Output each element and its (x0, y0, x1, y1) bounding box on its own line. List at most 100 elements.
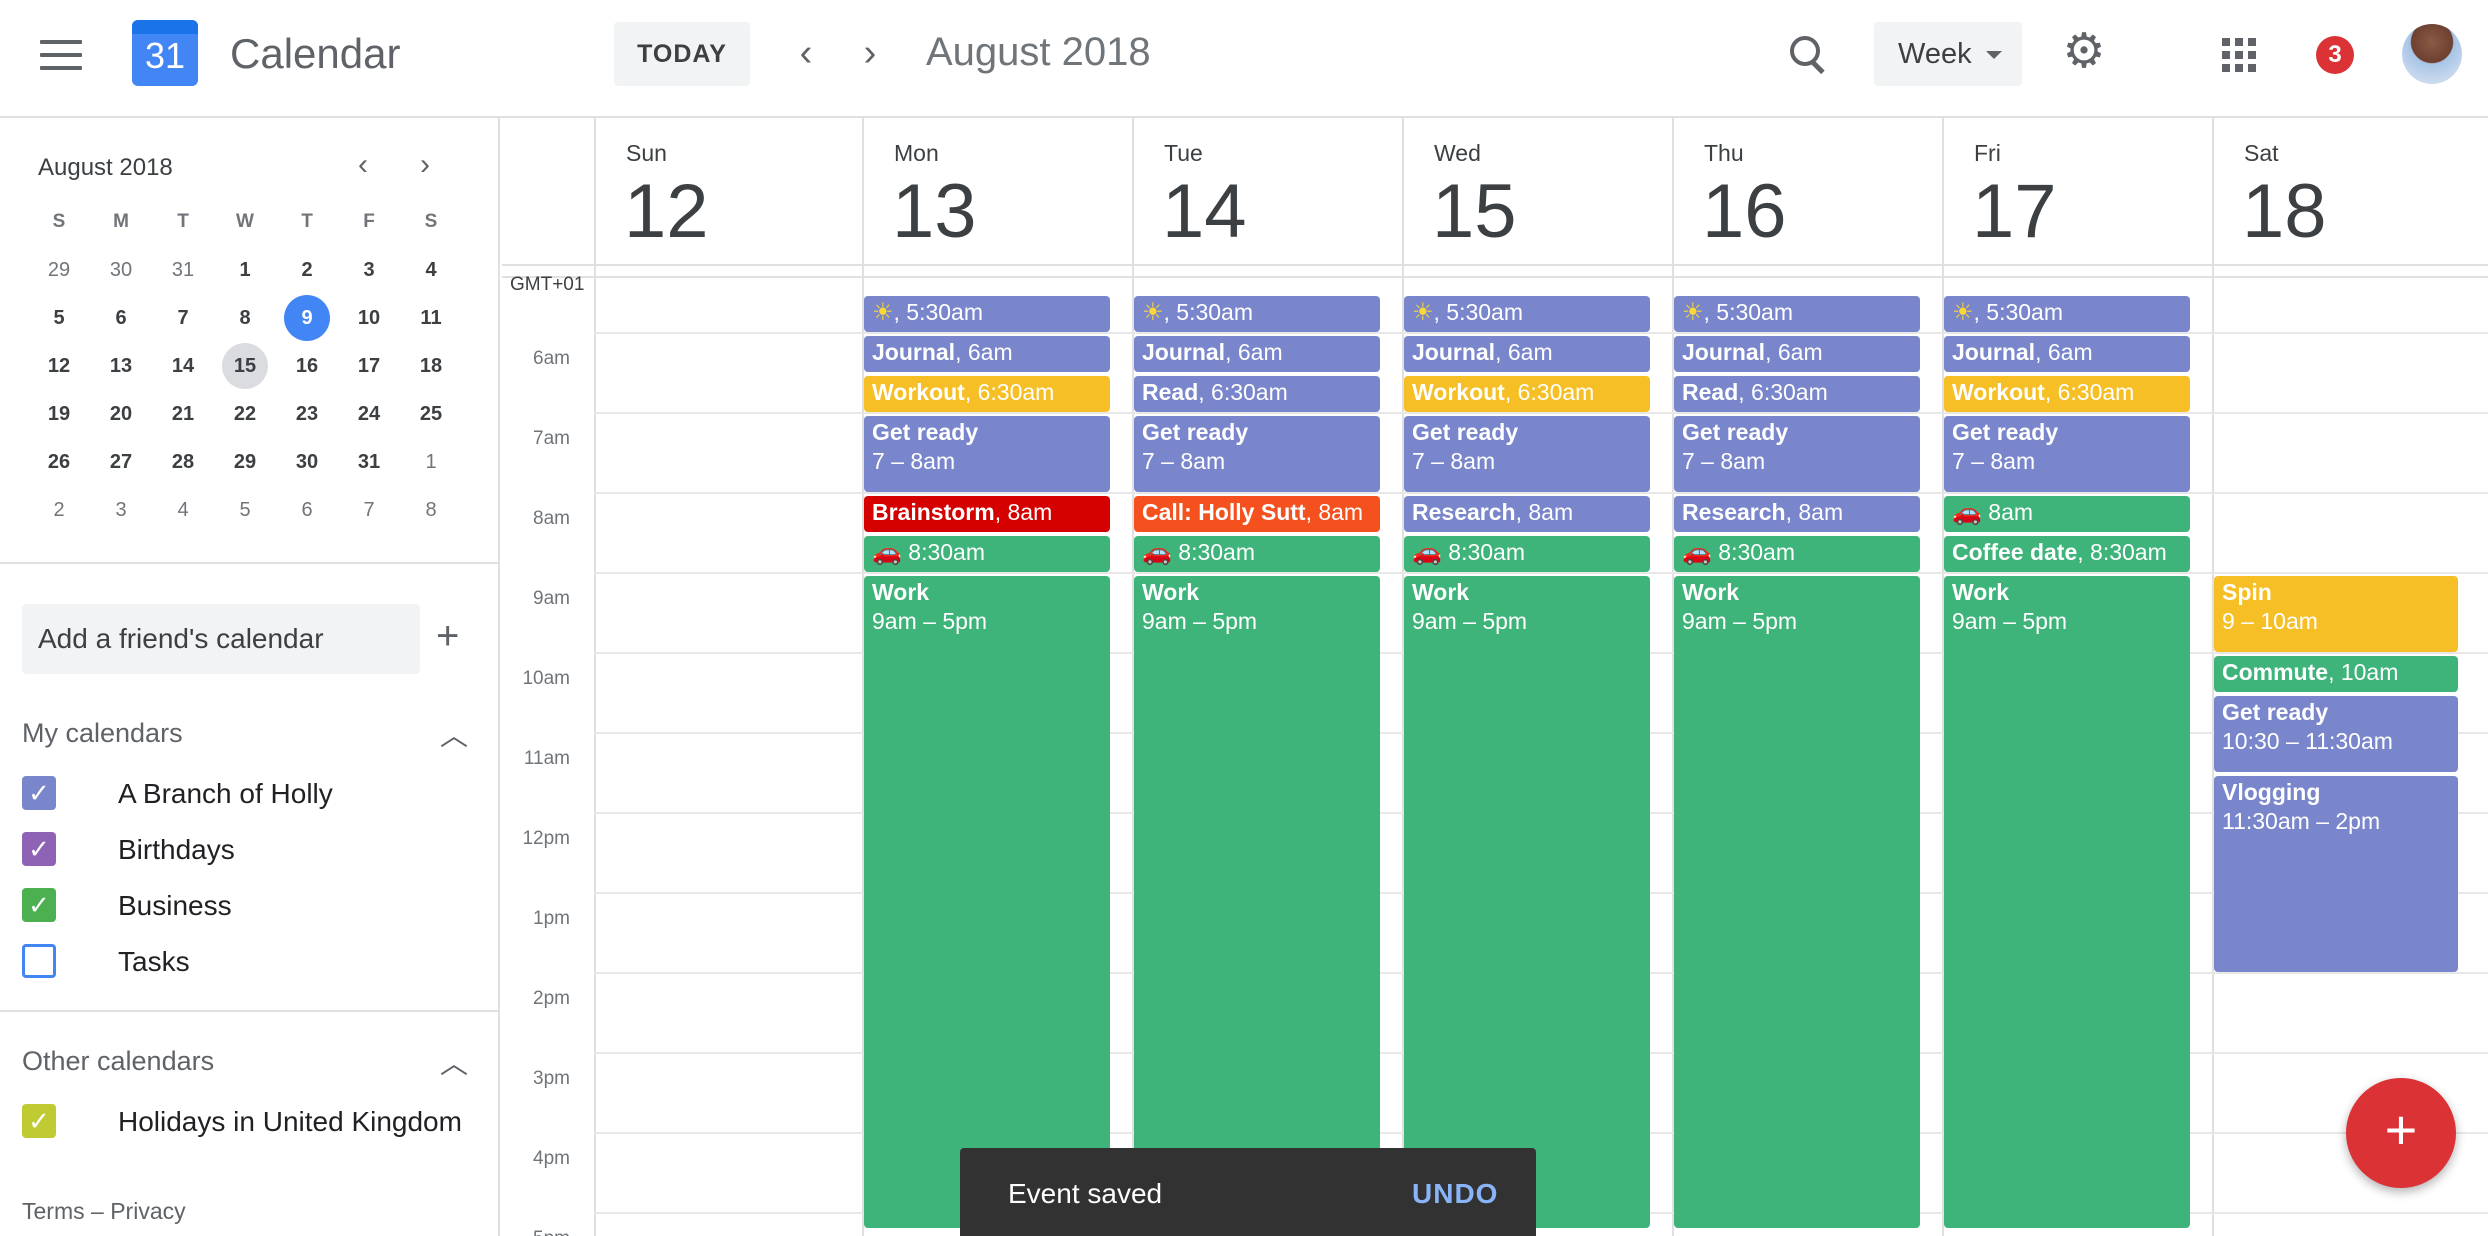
calendar-event[interactable]: Get ready 7 – 8am (1944, 416, 2190, 492)
calendar-event[interactable]: Journal, 6am (864, 336, 1110, 372)
calendar-event[interactable]: Workout, 6:30am (1944, 376, 2190, 412)
calendar-event[interactable]: 🚗 8:30am (864, 536, 1110, 572)
my-calendars-title[interactable]: My calendars (22, 718, 183, 749)
calendar-event[interactable]: Spin 9 – 10am (2214, 576, 2458, 652)
mini-day[interactable]: 23 (276, 390, 338, 438)
mini-day[interactable]: 1 (400, 438, 462, 486)
checkbox-empty-icon[interactable] (22, 944, 56, 978)
mini-day[interactable]: 9 (276, 294, 338, 342)
mini-day[interactable]: 29 (28, 246, 90, 294)
mini-day[interactable]: 29 (214, 438, 276, 486)
calendar-event[interactable]: ☀, 5:30am (1944, 296, 2190, 332)
calendar-event[interactable]: Work 9am – 5pm (1944, 576, 2190, 1228)
checkbox-checked-icon[interactable]: ✓ (22, 776, 56, 810)
mini-day[interactable]: 3 (338, 246, 400, 294)
calendar-item[interactable]: ✓ Holidays in United Kingdom (22, 1096, 482, 1144)
mini-day[interactable]: 28 (152, 438, 214, 486)
calendar-event[interactable]: ☀, 5:30am (1404, 296, 1650, 332)
mini-day[interactable]: 7 (338, 486, 400, 534)
mini-day[interactable]: 18 (400, 342, 462, 390)
mini-day[interactable]: 19 (28, 390, 90, 438)
mini-day[interactable]: 1 (214, 246, 276, 294)
calendar-event[interactable]: Work 9am – 5pm (1134, 576, 1380, 1228)
create-event-button[interactable]: + (2346, 1078, 2456, 1188)
mini-next-month-icon[interactable]: › (420, 148, 430, 182)
mini-day[interactable]: 8 (214, 294, 276, 342)
mini-day[interactable]: 27 (90, 438, 152, 486)
previous-week-icon[interactable]: ‹ (786, 30, 826, 80)
calendar-event[interactable]: Read, 6:30am (1134, 376, 1380, 412)
calendar-event[interactable]: 🚗 8am (1944, 496, 2190, 532)
checkbox-checked-icon[interactable]: ✓ (22, 832, 56, 866)
mini-day[interactable]: 10 (338, 294, 400, 342)
day-header[interactable]: Mon 13 (862, 118, 1132, 266)
calendar-item[interactable]: ✓ Birthdays (22, 824, 482, 872)
day-header[interactable]: Sat 18 (2212, 118, 2482, 266)
notification-badge[interactable]: 3 (2316, 36, 2354, 74)
mini-day[interactable]: 21 (152, 390, 214, 438)
calendar-event[interactable]: Research, 8am (1404, 496, 1650, 532)
mini-day[interactable]: 22 (214, 390, 276, 438)
mini-day[interactable]: 5 (28, 294, 90, 342)
mini-day[interactable]: 13 (90, 342, 152, 390)
calendar-item[interactable]: ✓ Business (22, 880, 482, 928)
calendar-event[interactable]: Work 9am – 5pm (1404, 576, 1650, 1228)
mini-day[interactable]: 4 (400, 246, 462, 294)
calendar-event[interactable]: Journal, 6am (1674, 336, 1920, 372)
mini-day[interactable]: 4 (152, 486, 214, 534)
calendar-event[interactable]: Get ready 7 – 8am (1674, 416, 1920, 492)
mini-day[interactable]: 11 (400, 294, 462, 342)
calendar-event[interactable]: 🚗 8:30am (1674, 536, 1920, 572)
today-button[interactable]: TODAY (614, 22, 750, 86)
avatar[interactable] (2402, 24, 2462, 84)
calendar-event[interactable]: 🚗 8:30am (1134, 536, 1380, 572)
mini-day[interactable]: 3 (90, 486, 152, 534)
checkbox-checked-icon[interactable]: ✓ (22, 1104, 56, 1138)
calendar-event[interactable]: Commute, 10am (2214, 656, 2458, 692)
calendar-event[interactable]: Research, 8am (1674, 496, 1920, 532)
mini-day[interactable]: 24 (338, 390, 400, 438)
mini-day[interactable]: 16 (276, 342, 338, 390)
calendar-event[interactable]: Workout, 6:30am (864, 376, 1110, 412)
mini-day[interactable]: 17 (338, 342, 400, 390)
calendar-event[interactable]: ☀, 5:30am (864, 296, 1110, 332)
mini-day[interactable]: 31 (152, 246, 214, 294)
mini-day[interactable]: 20 (90, 390, 152, 438)
calendar-item[interactable]: Tasks (22, 936, 482, 984)
chevron-up-icon[interactable]: ︿ (440, 714, 468, 754)
calendar-event[interactable]: Journal, 6am (1134, 336, 1380, 372)
calendar-event[interactable]: ☀, 5:30am (1134, 296, 1380, 332)
mini-day[interactable]: 15 (214, 342, 276, 390)
calendar-event[interactable]: Brainstorm, 8am (864, 496, 1110, 532)
calendar-event[interactable]: Get ready 10:30 – 11:30am (2214, 696, 2458, 772)
calendar-event[interactable]: Call: Holly Sutt, 8am (1134, 496, 1380, 532)
checkbox-checked-icon[interactable]: ✓ (22, 888, 56, 922)
mini-day[interactable]: 2 (28, 486, 90, 534)
mini-day[interactable]: 30 (90, 246, 152, 294)
chevron-up-icon[interactable]: ︿ (440, 1042, 468, 1082)
mini-day[interactable]: 5 (214, 486, 276, 534)
day-header[interactable]: Tue 14 (1132, 118, 1402, 266)
mini-day[interactable]: 2 (276, 246, 338, 294)
calendar-event[interactable]: Work 9am – 5pm (864, 576, 1110, 1228)
next-week-icon[interactable]: › (850, 30, 890, 80)
mini-day[interactable]: 6 (276, 486, 338, 534)
other-calendars-title[interactable]: Other calendars (22, 1046, 214, 1077)
mini-prev-month-icon[interactable]: ‹ (358, 148, 368, 182)
calendar-event[interactable]: Journal, 6am (1944, 336, 2190, 372)
view-selector[interactable]: Week (1874, 22, 2022, 86)
undo-button[interactable]: UNDO (1412, 1178, 1498, 1210)
mini-day[interactable]: 12 (28, 342, 90, 390)
mini-day[interactable]: 25 (400, 390, 462, 438)
mini-day[interactable]: 14 (152, 342, 214, 390)
mini-day[interactable]: 6 (90, 294, 152, 342)
mini-day[interactable]: 8 (400, 486, 462, 534)
calendar-event[interactable]: Work 9am – 5pm (1674, 576, 1920, 1228)
calendar-event[interactable]: Read, 6:30am (1674, 376, 1920, 412)
calendar-event[interactable]: Get ready 7 – 8am (864, 416, 1110, 492)
terms-link[interactable]: Terms (22, 1198, 85, 1224)
calendar-event[interactable]: Journal, 6am (1404, 336, 1650, 372)
apps-grid-icon[interactable] (2222, 38, 2256, 72)
gear-icon[interactable]: ⚙ (2062, 28, 2106, 76)
mini-day[interactable]: 7 (152, 294, 214, 342)
